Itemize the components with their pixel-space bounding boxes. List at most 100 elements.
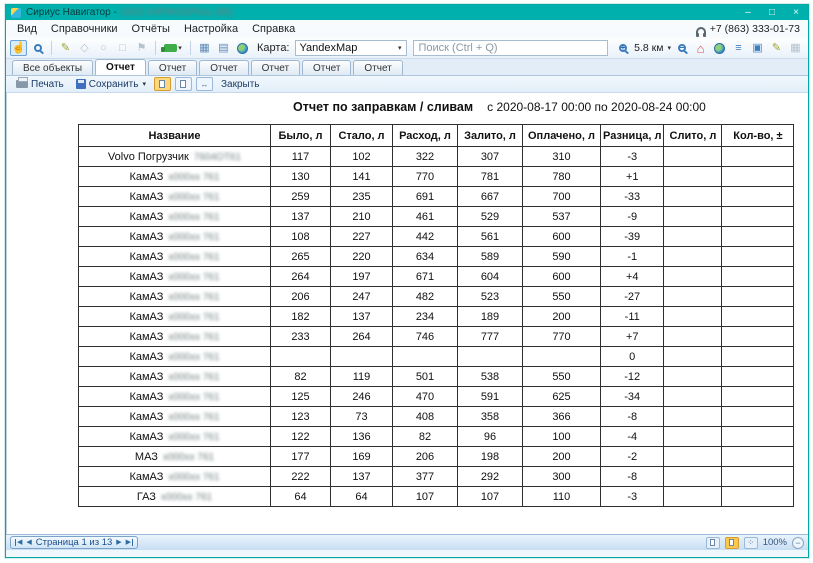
fit-page-mode-button[interactable] — [725, 537, 739, 549]
select-area-icon[interactable]: ▣ — [749, 40, 766, 56]
prev-page-icon[interactable]: ◀ — [26, 539, 31, 546]
tab-report-2[interactable]: Отчет — [148, 60, 197, 75]
first-page-icon[interactable]: ◀ — [15, 539, 22, 546]
value-cell: -11 — [601, 307, 664, 327]
value-cell: 119 — [331, 367, 393, 387]
value-cell: 265 — [271, 247, 331, 267]
object-list-icon[interactable]: ≡ — [730, 40, 747, 56]
value-cell: 501 — [393, 367, 458, 387]
table-row: КамАЗх000хх 7611221368296100-4 — [79, 427, 794, 447]
value-cell: 0 — [601, 347, 664, 367]
value-cell: 538 — [458, 367, 523, 387]
tab-all-objects[interactable]: Все объекты — [12, 60, 93, 75]
value-cell: 210 — [331, 207, 393, 227]
table-row: КамАЗх000хх 76182119501538550-12 — [79, 367, 794, 387]
printer-icon — [16, 80, 28, 88]
tab-report-1[interactable]: Отчет — [95, 59, 146, 75]
notes-icon[interactable]: ✎ — [768, 40, 785, 56]
vehicle-plate-redacted: х000хх 761 — [168, 412, 219, 423]
value-cell: -3 — [601, 147, 664, 167]
home-icon[interactable]: ⌂ — [692, 40, 709, 56]
tab-report-3[interactable]: Отчет — [199, 60, 248, 75]
value-cell — [722, 227, 794, 247]
map-search-icon[interactable] — [29, 40, 46, 56]
tab-report-6[interactable]: Отчет — [353, 60, 402, 75]
toolbar-separator — [51, 41, 52, 55]
toolbar-separator — [155, 41, 156, 55]
value-cell — [664, 427, 722, 447]
value-cell: 200 — [523, 447, 601, 467]
save-button[interactable]: Сохранить ▾ — [72, 78, 150, 91]
vehicle-name: КамАЗ — [129, 371, 163, 383]
zoom-out-icon[interactable]: − — [792, 537, 804, 549]
value-cell: 604 — [458, 267, 523, 287]
value-cell: 96 — [458, 427, 523, 447]
menu-item-2[interactable]: Отчёты — [125, 20, 177, 38]
value-cell: 470 — [393, 387, 458, 407]
vehicle-menu-icon[interactable]: ▾ — [161, 40, 185, 56]
value-cell — [722, 407, 794, 427]
menu-item-0[interactable]: Вид — [10, 20, 44, 38]
rect-tool-icon[interactable]: □ — [114, 40, 131, 56]
value-cell: -2 — [601, 447, 664, 467]
fit-width-view-button[interactable]: ↔ — [196, 77, 213, 91]
zoom-out-map-icon[interactable]: − — [673, 40, 690, 56]
value-cell — [722, 287, 794, 307]
next-page-icon[interactable]: ▶ — [116, 539, 121, 546]
value-cell: 300 — [523, 467, 601, 487]
ruler-icon[interactable]: ▤ — [215, 40, 232, 56]
globe-icon[interactable] — [234, 40, 251, 56]
full-page-view-button[interactable] — [175, 77, 192, 91]
edit-geozone-icon[interactable]: ✎ — [57, 40, 74, 56]
vehicle-name: КамАЗ — [129, 411, 163, 423]
close-button[interactable]: × — [784, 5, 808, 20]
value-cell — [664, 307, 722, 327]
tab-report-5[interactable]: Отчет — [302, 60, 351, 75]
vehicle-plate-redacted: х000хх 761 — [161, 492, 212, 503]
screenshot-icon[interactable]: ▦ — [787, 40, 804, 56]
value-cell: 197 — [331, 267, 393, 287]
search-input[interactable] — [413, 40, 609, 56]
value-cell: 222 — [271, 467, 331, 487]
table-row: КамАЗх000хх 761206247482523550-27 — [79, 287, 794, 307]
value-cell: 125 — [271, 387, 331, 407]
zoom-in-map-icon[interactable]: + — [614, 40, 631, 56]
multi-page-mode-button[interactable]: ⁘ — [744, 537, 758, 549]
scale-dropdown-icon[interactable]: ▾ — [667, 44, 671, 52]
flag-tool-icon[interactable]: ⚑ — [133, 40, 150, 56]
value-cell: 123 — [271, 407, 331, 427]
value-cell — [664, 287, 722, 307]
vehicle-plate-redacted: х000хх 761 — [168, 432, 219, 443]
table-view-icon[interactable]: ▦ — [196, 40, 213, 56]
menu-item-4[interactable]: Справка — [245, 20, 302, 38]
world-map-icon[interactable] — [711, 40, 728, 56]
last-page-icon[interactable]: ▶ — [126, 539, 133, 546]
value-cell: 461 — [393, 207, 458, 227]
print-button[interactable]: Печать — [12, 78, 68, 91]
minimize-button[interactable]: – — [736, 5, 760, 20]
value-cell — [271, 347, 331, 367]
circle-tool-icon[interactable]: ○ — [95, 40, 112, 56]
vehicle-name-cell: КамАЗх000хх 761 — [79, 427, 271, 447]
tab-report-4[interactable]: Отчет — [251, 60, 300, 75]
pan-tool-icon[interactable]: ☝ — [10, 40, 27, 56]
single-page-view-button[interactable] — [154, 77, 171, 91]
maximize-button[interactable]: □ — [760, 5, 784, 20]
menu-item-1[interactable]: Справочники — [44, 20, 125, 38]
vehicle-plate-redacted: х000хх 761 — [168, 232, 219, 243]
value-cell: 107 — [458, 487, 523, 507]
polygon-tool-icon[interactable]: ◇ — [76, 40, 93, 56]
page-mode-button[interactable] — [706, 537, 720, 549]
value-cell: 117 — [271, 147, 331, 167]
value-cell: 310 — [523, 147, 601, 167]
value-cell: 246 — [331, 387, 393, 407]
value-cell: 550 — [523, 287, 601, 307]
value-cell: -12 — [601, 367, 664, 387]
map-provider-select[interactable]: YandexMap ▾ — [295, 40, 407, 56]
value-cell — [664, 267, 722, 287]
table-row: Volvo Погрузчик7604ОТ61117102322307310-3 — [79, 147, 794, 167]
close-report-button[interactable]: Закрыть — [217, 78, 264, 91]
save-dropdown-icon: ▾ — [142, 80, 146, 88]
menu-item-3[interactable]: Настройка — [177, 20, 245, 38]
value-cell: 259 — [271, 187, 331, 207]
